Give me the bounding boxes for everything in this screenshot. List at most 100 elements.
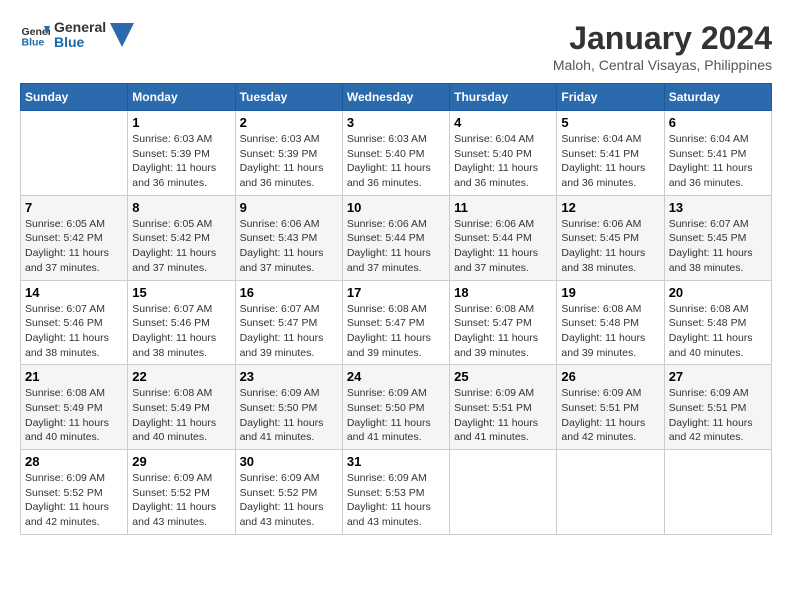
calendar-header-row: SundayMondayTuesdayWednesdayThursdayFrid…	[21, 84, 772, 111]
calendar-day-cell: 22Sunrise: 6:08 AMSunset: 5:49 PMDayligh…	[128, 365, 235, 450]
day-number: 27	[669, 369, 767, 384]
day-info: Sunrise: 6:09 AMSunset: 5:52 PMDaylight:…	[25, 471, 123, 530]
day-number: 12	[561, 200, 659, 215]
day-number: 2	[240, 115, 338, 130]
month-title: January 2024	[553, 20, 772, 57]
day-info: Sunrise: 6:08 AMSunset: 5:48 PMDaylight:…	[561, 302, 659, 361]
day-number: 20	[669, 285, 767, 300]
column-header-monday: Monday	[128, 84, 235, 111]
calendar-week-row: 14 Sunrise: 6:07 AMSunset: 5:46 PMDayligh…	[21, 280, 772, 365]
logo: General Blue General Blue	[20, 20, 134, 51]
day-number: 23	[240, 369, 338, 384]
calendar-day-cell: 15 Sunrise: 6:07 AMSunset: 5:46 PMDayligh…	[128, 280, 235, 365]
day-info: Sunrise: 6:04 AMSunset: 5:40 PMDaylight:…	[454, 132, 552, 191]
calendar-day-cell: 25Sunrise: 6:09 AMSunset: 5:51 PMDayligh…	[450, 365, 557, 450]
column-header-tuesday: Tuesday	[235, 84, 342, 111]
calendar-day-cell: 20 Sunrise: 6:08 AMSunset: 5:48 PMDayligh…	[664, 280, 771, 365]
day-info: Sunrise: 6:08 AMSunset: 5:48 PMDaylight:…	[669, 302, 767, 361]
day-info: Sunrise: 6:08 AMSunset: 5:47 PMDaylight:…	[454, 302, 552, 361]
calendar-day-cell: 12 Sunrise: 6:06 AMSunset: 5:45 PMDayligh…	[557, 195, 664, 280]
day-number: 1	[132, 115, 230, 130]
day-number: 6	[669, 115, 767, 130]
calendar-day-cell: 3 Sunrise: 6:03 AMSunset: 5:40 PMDaylight…	[342, 111, 449, 196]
day-number: 9	[240, 200, 338, 215]
column-header-thursday: Thursday	[450, 84, 557, 111]
calendar-day-cell: 9Sunrise: 6:06 AMSunset: 5:43 PMDaylight…	[235, 195, 342, 280]
calendar-day-cell: 10 Sunrise: 6:06 AMSunset: 5:44 PMDayligh…	[342, 195, 449, 280]
day-number: 25	[454, 369, 552, 384]
day-number: 7	[25, 200, 123, 215]
day-number: 31	[347, 454, 445, 469]
day-info: Sunrise: 6:06 AMSunset: 5:44 PMDaylight:…	[454, 217, 552, 276]
day-info: Sunrise: 6:08 AMSunset: 5:49 PMDaylight:…	[25, 386, 123, 445]
svg-text:Blue: Blue	[22, 37, 45, 49]
day-number: 10	[347, 200, 445, 215]
calendar-day-cell: 29Sunrise: 6:09 AMSunset: 5:52 PMDayligh…	[128, 450, 235, 535]
day-info: Sunrise: 6:07 AMSunset: 5:47 PMDaylight:…	[240, 302, 338, 361]
day-info: Sunrise: 6:05 AMSunset: 5:42 PMDaylight:…	[25, 217, 123, 276]
calendar-day-cell: 17Sunrise: 6:08 AMSunset: 5:47 PMDayligh…	[342, 280, 449, 365]
day-number: 15	[132, 285, 230, 300]
calendar-day-cell: 2 Sunrise: 6:03 AMSunset: 5:39 PMDaylight…	[235, 111, 342, 196]
calendar-day-cell	[557, 450, 664, 535]
calendar-day-cell: 11 Sunrise: 6:06 AMSunset: 5:44 PMDayligh…	[450, 195, 557, 280]
calendar-day-cell: 30Sunrise: 6:09 AMSunset: 5:52 PMDayligh…	[235, 450, 342, 535]
calendar-week-row: 21Sunrise: 6:08 AMSunset: 5:49 PMDayligh…	[21, 365, 772, 450]
calendar-day-cell: 16 Sunrise: 6:07 AMSunset: 5:47 PMDayligh…	[235, 280, 342, 365]
day-info: Sunrise: 6:09 AMSunset: 5:52 PMDaylight:…	[240, 471, 338, 530]
day-number: 11	[454, 200, 552, 215]
day-number: 14	[25, 285, 123, 300]
calendar-day-cell: 31Sunrise: 6:09 AMSunset: 5:53 PMDayligh…	[342, 450, 449, 535]
day-number: 3	[347, 115, 445, 130]
calendar-week-row: 1 Sunrise: 6:03 AMSunset: 5:39 PMDaylight…	[21, 111, 772, 196]
day-info: Sunrise: 6:09 AMSunset: 5:50 PMDaylight:…	[240, 386, 338, 445]
logo-icon: General Blue	[20, 20, 50, 50]
calendar-day-cell	[664, 450, 771, 535]
calendar-day-cell: 14 Sunrise: 6:07 AMSunset: 5:46 PMDayligh…	[21, 280, 128, 365]
day-info: Sunrise: 6:09 AMSunset: 5:50 PMDaylight:…	[347, 386, 445, 445]
day-info: Sunrise: 6:09 AMSunset: 5:51 PMDaylight:…	[669, 386, 767, 445]
calendar-day-cell	[450, 450, 557, 535]
day-number: 28	[25, 454, 123, 469]
calendar-week-row: 28 Sunrise: 6:09 AMSunset: 5:52 PMDayligh…	[21, 450, 772, 535]
calendar-day-cell: 5Sunrise: 6:04 AMSunset: 5:41 PMDaylight…	[557, 111, 664, 196]
calendar-day-cell: 1 Sunrise: 6:03 AMSunset: 5:39 PMDaylight…	[128, 111, 235, 196]
calendar-day-cell: 27 Sunrise: 6:09 AMSunset: 5:51 PMDayligh…	[664, 365, 771, 450]
day-info: Sunrise: 6:09 AMSunset: 5:51 PMDaylight:…	[561, 386, 659, 445]
day-info: Sunrise: 6:07 AMSunset: 5:45 PMDaylight:…	[669, 217, 767, 276]
calendar-day-cell: 24Sunrise: 6:09 AMSunset: 5:50 PMDayligh…	[342, 365, 449, 450]
column-header-wednesday: Wednesday	[342, 84, 449, 111]
day-number: 8	[132, 200, 230, 215]
day-number: 26	[561, 369, 659, 384]
logo-triangle-icon	[110, 23, 134, 47]
calendar-day-cell: 7 Sunrise: 6:05 AMSunset: 5:42 PMDaylight…	[21, 195, 128, 280]
calendar-day-cell: 13 Sunrise: 6:07 AMSunset: 5:45 PMDayligh…	[664, 195, 771, 280]
day-info: Sunrise: 6:06 AMSunset: 5:45 PMDaylight:…	[561, 217, 659, 276]
day-number: 18	[454, 285, 552, 300]
day-info: Sunrise: 6:07 AMSunset: 5:46 PMDaylight:…	[25, 302, 123, 361]
calendar-table: SundayMondayTuesdayWednesdayThursdayFrid…	[20, 83, 772, 535]
day-number: 16	[240, 285, 338, 300]
day-info: Sunrise: 6:04 AMSunset: 5:41 PMDaylight:…	[669, 132, 767, 191]
logo-blue: Blue	[54, 35, 106, 50]
day-number: 13	[669, 200, 767, 215]
day-info: Sunrise: 6:03 AMSunset: 5:40 PMDaylight:…	[347, 132, 445, 191]
calendar-day-cell: 8Sunrise: 6:05 AMSunset: 5:42 PMDaylight…	[128, 195, 235, 280]
day-number: 4	[454, 115, 552, 130]
calendar-day-cell: 21Sunrise: 6:08 AMSunset: 5:49 PMDayligh…	[21, 365, 128, 450]
calendar-day-cell: 28 Sunrise: 6:09 AMSunset: 5:52 PMDayligh…	[21, 450, 128, 535]
day-number: 22	[132, 369, 230, 384]
logo-general: General	[54, 20, 106, 35]
day-info: Sunrise: 6:03 AMSunset: 5:39 PMDaylight:…	[132, 132, 230, 191]
day-info: Sunrise: 6:06 AMSunset: 5:44 PMDaylight:…	[347, 217, 445, 276]
column-header-sunday: Sunday	[21, 84, 128, 111]
calendar-week-row: 7 Sunrise: 6:05 AMSunset: 5:42 PMDaylight…	[21, 195, 772, 280]
location-subtitle: Maloh, Central Visayas, Philippines	[553, 57, 772, 73]
day-info: Sunrise: 6:07 AMSunset: 5:46 PMDaylight:…	[132, 302, 230, 361]
calendar-day-cell: 6 Sunrise: 6:04 AMSunset: 5:41 PMDaylight…	[664, 111, 771, 196]
day-number: 5	[561, 115, 659, 130]
day-number: 17	[347, 285, 445, 300]
day-number: 29	[132, 454, 230, 469]
title-block: January 2024 Maloh, Central Visayas, Phi…	[553, 20, 772, 73]
day-info: Sunrise: 6:03 AMSunset: 5:39 PMDaylight:…	[240, 132, 338, 191]
